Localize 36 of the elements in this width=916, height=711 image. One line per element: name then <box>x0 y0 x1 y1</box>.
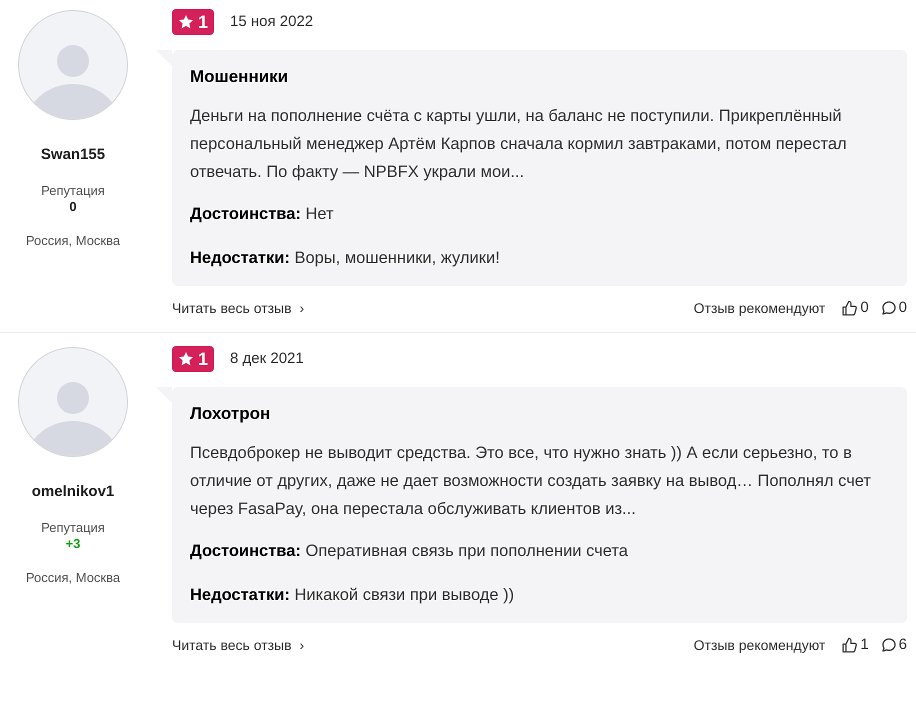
comment-icon <box>880 300 897 316</box>
rating-badge: 1 <box>172 346 214 372</box>
review-date: 8 дек 2021 <box>230 348 304 369</box>
author-name[interactable]: omelnikov1 <box>32 481 114 504</box>
star-icon <box>178 14 194 30</box>
star-icon <box>178 351 194 367</box>
avatar-icon <box>18 10 128 120</box>
review-pros: Достоинства: Оперативная связь при пополнении счета <box>190 541 629 562</box>
review-cons: Недостатки: Воры, мошенники, жулики! <box>190 248 501 269</box>
read-more-link[interactable]: Читать весь отзыв › <box>172 298 304 318</box>
comment-icon <box>880 637 897 653</box>
like-button[interactable]: 0 <box>841 296 869 320</box>
like-button[interactable]: 1 <box>841 634 869 656</box>
thumbs-up-icon <box>841 300 858 316</box>
reputation-value: 0 <box>69 198 77 214</box>
review-body: Деньги на пополнение счёта с карты ушли, на баланс не поступили. Прикреплённый персональный менеджер Артём Карпов сначала кормил завтраками, потом перестал отвечать. По факту — NPBFX украли мои... <box>190 106 848 183</box>
rating-badge: 1 <box>172 9 214 35</box>
reputation-label: Репутация <box>41 520 105 536</box>
review-body: Псевдоброкер не выводит средства. Это все, что нужно знать )) А если серьезно, то в отличие от других, даже не дает возможности создать заявку на вывод… Пополнял счет через FasaPay, она перестала обслуживать клиентов из... <box>190 443 872 520</box>
review-cons: Недостатки: Никакой связи при выводе )) <box>190 585 516 606</box>
review-title: Мошенники <box>190 66 290 88</box>
recommend-label: Отзыв рекомендуют <box>694 636 826 655</box>
review-date: 15 ноя 2022 <box>230 12 314 32</box>
recommend-label: Отзыв рекомендуют <box>694 298 826 318</box>
location: Россия, Москва <box>26 568 120 586</box>
comments-button[interactable]: 6 <box>880 634 907 656</box>
read-more-link[interactable]: Читать весь отзыв › <box>172 634 304 656</box>
location: Россия, Москва <box>26 232 120 250</box>
thumbs-up-icon <box>841 636 858 654</box>
avatar-icon <box>18 347 128 457</box>
reputation-value: +3 <box>66 536 80 552</box>
review-title: Лохотрон <box>190 403 272 425</box>
author-name[interactable]: Swan155 <box>40 144 106 166</box>
comments-button[interactable]: 0 <box>880 296 907 320</box>
reputation-label: Репутация <box>41 182 105 198</box>
review-pros: Достоинства: Нет <box>190 204 335 225</box>
